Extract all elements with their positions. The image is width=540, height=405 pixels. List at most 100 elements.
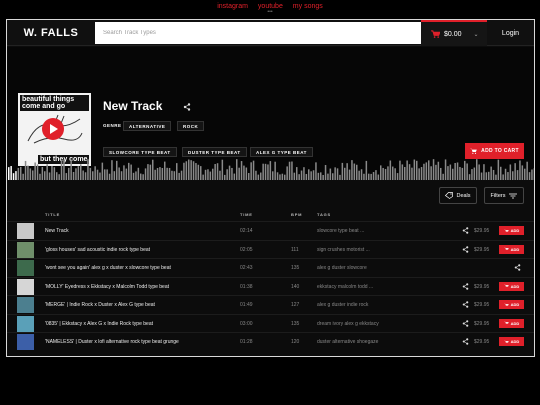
share-icon[interactable] xyxy=(462,301,469,308)
track-row[interactable]: 'wont see you again' alex g x duster x s… xyxy=(7,258,534,276)
waveform-bar xyxy=(471,169,473,180)
waveform-bar xyxy=(449,164,452,180)
track-tags-cell[interactable]: alex g duster slowcore xyxy=(317,265,367,271)
waveform-bar xyxy=(240,161,243,180)
track-tags-cell[interactable]: sign crushes motorist ... xyxy=(317,247,370,253)
waveform-bar xyxy=(219,170,221,180)
track-thumbnail xyxy=(17,241,34,258)
track-title-cell[interactable]: 'gloss houses' sad acoustic indie rock t… xyxy=(45,247,150,253)
waveform-bar xyxy=(296,167,298,180)
waveform-bar xyxy=(476,159,478,180)
share-icon[interactable] xyxy=(462,227,469,234)
track-time-cell: 01:49 xyxy=(240,302,253,308)
track-title-cell[interactable]: 'NAMELESS' | Duster x lofi alternative r… xyxy=(45,339,179,345)
filters-button[interactable]: Filters xyxy=(484,187,524,204)
waveform-bar xyxy=(10,166,12,180)
track-title-cell[interactable]: 'MERGE' | Indie Rock x Duster x Alex G t… xyxy=(45,302,155,308)
track-tags-cell[interactable]: duster alternative shoegaze xyxy=(317,339,378,345)
waveform-bar xyxy=(72,171,75,180)
track-tags-cell[interactable]: ekkstacy malcolm todd ... xyxy=(317,284,373,290)
waveform-bar xyxy=(327,173,329,180)
waveform-bar xyxy=(252,160,255,180)
share-icon[interactable] xyxy=(462,319,469,327)
waveform-bar xyxy=(516,170,519,180)
track-row[interactable]: '0835' | Ekkstacy x Alex G x Indie Rock … xyxy=(7,313,534,332)
waveform-bar xyxy=(24,160,27,180)
track-bpm-cell: 120 xyxy=(291,339,300,345)
track-thumbnail xyxy=(17,223,34,239)
track-tags-cell[interactable]: dream ivory alex g ekkstacy xyxy=(317,321,379,327)
waveform-bar xyxy=(53,167,56,180)
add-to-cart-button[interactable]: ADD xyxy=(499,226,524,235)
waveform-bar xyxy=(459,166,461,180)
waveform-bar xyxy=(173,171,176,180)
waveform-bar xyxy=(528,172,531,180)
brand-logo[interactable]: W. FALLS xyxy=(7,20,95,46)
share-icon[interactable] xyxy=(183,103,191,111)
waveform-bar xyxy=(149,164,152,180)
waveform-bar xyxy=(29,168,32,180)
play-icon[interactable] xyxy=(42,118,64,140)
waveform-bar xyxy=(377,174,380,180)
share-icon[interactable] xyxy=(462,282,469,290)
deals-button[interactable]: Deals xyxy=(439,187,477,204)
track-row[interactable]: 'NAMELESS' | Duster x lofi alternative r… xyxy=(7,332,534,350)
track-title-cell[interactable]: New Track xyxy=(45,228,69,234)
track-tags-cell[interactable]: slowcore type beat ... xyxy=(317,228,364,234)
track-title-cell[interactable]: '0835' | Ekkstacy x Alex G x Indie Rock … xyxy=(45,321,153,327)
waveform-bar xyxy=(382,167,384,180)
waveform-bar xyxy=(442,173,444,180)
add-to-cart-button[interactable]: ADD xyxy=(499,318,524,328)
track-row[interactable]: New Track 02:14 slowcore type beat ... $29.… xyxy=(7,221,534,239)
waveform-bar xyxy=(60,159,63,180)
cart-icon xyxy=(503,284,509,287)
waveform-bar xyxy=(353,163,356,180)
add-to-cart-button[interactable]: ADD xyxy=(499,337,524,346)
share-icon[interactable] xyxy=(514,264,521,271)
add-to-cart-button[interactable]: ADD xyxy=(499,244,524,254)
cart-button[interactable]: $0.00 ⌄ xyxy=(421,20,487,46)
waveform-bar xyxy=(75,168,77,180)
genre-tag-rock[interactable]: ROCK xyxy=(177,121,205,131)
waveform-bar xyxy=(406,160,408,180)
nav-link-instagram[interactable]: instagram xyxy=(217,3,248,10)
track-row[interactable]: 'MOLLY' Eyedress x Ekkstacy x Malcolm To… xyxy=(7,276,534,295)
waveform-bar xyxy=(20,166,22,180)
cover-caption-top: beautiful things come and go xyxy=(20,95,89,111)
track-time-cell: 02:43 xyxy=(240,265,253,271)
search-input[interactable] xyxy=(95,22,421,44)
track-title-cell[interactable]: 'wont see you again' alex g x duster x s… xyxy=(45,265,171,271)
waveform-bar xyxy=(94,166,96,180)
waveform-scrubber[interactable] xyxy=(7,155,534,180)
waveform-bar xyxy=(56,172,58,180)
login-button[interactable]: Login xyxy=(487,20,534,46)
waveform-bar xyxy=(430,166,432,180)
waveform-bar xyxy=(135,171,137,180)
waveform-bar xyxy=(36,164,39,180)
track-title-cell[interactable]: 'MOLLY' Eyedress x Ekkstacy x Malcolm To… xyxy=(45,284,169,290)
waveform-bar xyxy=(483,164,485,180)
track-row[interactable]: 'gloss houses' sad acoustic indie rock t… xyxy=(7,239,534,258)
share-icon[interactable] xyxy=(462,338,469,345)
add-to-cart-button[interactable]: ADD xyxy=(499,281,524,291)
nav-link-my-songs[interactable]: my songs xyxy=(293,3,323,10)
waveform-bar xyxy=(346,163,348,180)
genre-tag-alternative[interactable]: ALTERNATIVE xyxy=(123,121,172,131)
waveform-bar xyxy=(77,166,80,180)
waveform-bar xyxy=(99,172,101,180)
track-price: $29.95 xyxy=(474,228,490,234)
track-tags-cell[interactable]: alex g duster indie rock xyxy=(317,302,368,308)
track-bpm-cell: 140 xyxy=(291,283,300,290)
track-hero: beautiful things come and go but they co… xyxy=(7,47,534,180)
share-icon[interactable] xyxy=(462,245,469,253)
add-to-cart-button[interactable]: ADD xyxy=(499,300,524,309)
waveform-bar xyxy=(437,161,440,180)
waveform-bar xyxy=(411,167,413,180)
waveform-bar xyxy=(46,164,48,180)
filters-label: Filters xyxy=(490,192,506,199)
track-row[interactable]: 'MERGE' | Indie Rock x Duster x Alex G t… xyxy=(7,295,534,313)
waveform-bar xyxy=(180,170,183,180)
waveform-bar xyxy=(336,168,339,180)
waveform-bar xyxy=(233,173,236,180)
waveform-bar xyxy=(176,163,178,180)
